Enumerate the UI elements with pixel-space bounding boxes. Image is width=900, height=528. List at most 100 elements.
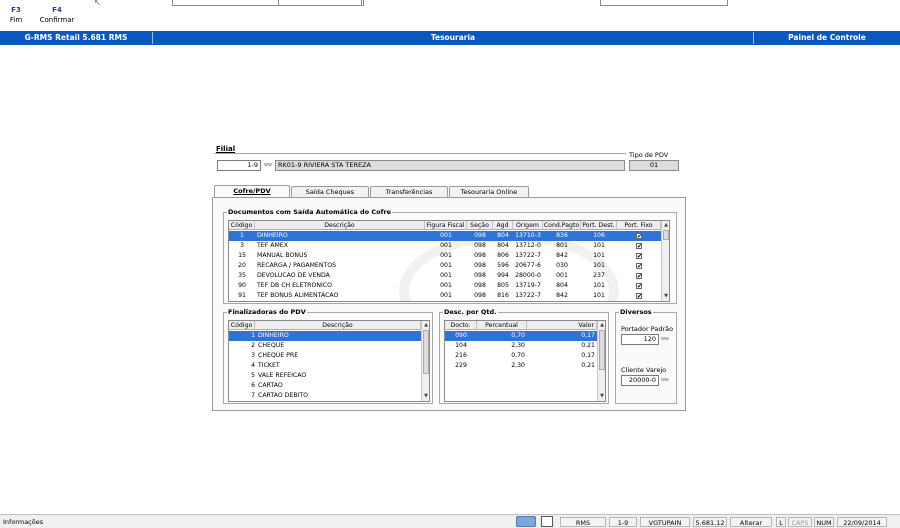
top-field-2[interactable] — [278, 0, 362, 6]
col-origem[interactable]: Origem — [513, 221, 543, 230]
list-item[interactable]: 4 TICKET — [229, 361, 421, 371]
scroll-thumb[interactable] — [423, 330, 429, 374]
cell-descricao: RECARGA / PAGAMENTOS — [257, 262, 337, 269]
table-row[interactable]: 35 DEVOLUCAO DE VENDA 001 098 994 28000-0 001 2… — [229, 271, 661, 281]
finalizadoras-grid[interactable]: Código Descrição 1 DINHEIRO 2 CHEQUE 3 CHEQUE… — [228, 320, 430, 402]
cell-port-fixo: ✔ — [617, 291, 661, 301]
checkbox[interactable]: ✔ — [636, 233, 642, 240]
portador-label: Portador Padrão — [621, 325, 674, 333]
binoculars-icon[interactable]: 👓 — [263, 161, 273, 170]
scroll-up-icon[interactable]: ▲ — [598, 321, 605, 329]
cell-agd: 806 — [497, 252, 509, 259]
cell-agd: 805 — [497, 282, 509, 289]
checkbox[interactable]: ✔ — [636, 273, 642, 280]
binoculars-icon[interactable]: 👓 — [660, 335, 670, 344]
col-agd[interactable]: Agd — [493, 221, 513, 230]
cell-codigo: 91 — [238, 292, 246, 299]
filial-code-input[interactable]: 1-9 — [217, 160, 261, 171]
col-port-fixo[interactable]: Port. Fixo — [617, 221, 661, 230]
cell-valor: 0,21 — [581, 362, 595, 369]
scroll-up-icon[interactable]: ▲ — [662, 221, 669, 229]
cell-codigo: 20 — [238, 262, 246, 269]
painel-de-controle-link[interactable]: Painel de Controle — [754, 31, 900, 45]
scroll-down-icon[interactable]: ▼ — [422, 392, 429, 400]
table-row[interactable]: 104 2,30 0,21 — [445, 341, 597, 351]
list-item[interactable]: 5 VALE REFEICAO — [229, 371, 421, 381]
col-descricao[interactable]: Descrição — [255, 321, 421, 330]
col-codigo[interactable]: Código — [229, 321, 255, 330]
cell-descricao: CHEQUE PRE — [258, 352, 299, 359]
binoculars-icon[interactable]: 👓 — [660, 376, 670, 385]
finalizadoras-header: Código Descrição — [229, 321, 421, 330]
checkbox[interactable]: ✔ — [636, 283, 642, 290]
tab-saida-cheques-label: Saída Cheques — [305, 188, 355, 196]
cell-docto: 104 — [455, 342, 467, 349]
desconto-group: Desc. por Qtd. Docto. Percentual Valor 0… — [439, 308, 609, 404]
list-item[interactable]: 2 CHEQUE — [229, 341, 421, 351]
cell-figura-fiscal: 001 — [440, 242, 452, 249]
cell-port-dest: 101 — [593, 262, 605, 269]
cell-codigo: 3 — [251, 352, 255, 359]
confirmar-button[interactable]: F4 Confirmar — [38, 5, 76, 25]
desconto-grid[interactable]: Docto. Percentual Valor 090 0,70 0,17 104 2,… — [444, 320, 606, 402]
cliente-varejo-input[interactable]: 20000-0 — [621, 375, 659, 386]
list-item[interactable]: 7 CARTAO DEBITO — [229, 391, 421, 401]
scroll-thumb[interactable] — [599, 330, 605, 370]
cell-descricao: VALE REFEICAO — [258, 372, 307, 379]
checkbox[interactable]: ✔ — [636, 293, 642, 300]
table-row[interactable]: 15 MANUAL BONUS 001 098 806 13722-7 842 101 ✔ — [229, 251, 661, 261]
cell-origem: 13719-7 — [515, 282, 541, 289]
col-docto[interactable]: Docto. — [445, 321, 477, 330]
table-row[interactable]: 90 TEF DB CH ELETRONICO 001 098 805 13719-7 80… — [229, 281, 661, 291]
cell-percentual: 2,30 — [511, 362, 525, 369]
cell-cond-pagto: 842 — [556, 252, 568, 259]
checkbox[interactable]: ✔ — [636, 243, 642, 250]
list-item[interactable]: 1 DINHEIRO — [229, 331, 421, 341]
scroll-thumb[interactable] — [663, 230, 669, 240]
col-descricao[interactable]: Descrição — [255, 221, 425, 230]
status-caps: CAPS — [788, 517, 812, 527]
cell-figura-fiscal: 001 — [440, 252, 452, 259]
top-field-3[interactable] — [600, 0, 728, 6]
cell-cond-pagto: 030 — [556, 262, 568, 269]
portador-input[interactable]: 120 — [621, 334, 659, 345]
col-cond-pagto[interactable]: Cond.Pagto — [543, 221, 581, 230]
col-figura-fiscal[interactable]: Figura Fiscal — [425, 221, 467, 230]
scroll-down-icon[interactable]: ▼ — [598, 392, 605, 400]
cell-valor: 0,21 — [581, 342, 595, 349]
cell-cond-pagto: 804 — [556, 282, 568, 289]
col-valor[interactable]: Valor — [527, 321, 597, 330]
checkbox[interactable]: ✔ — [636, 263, 642, 270]
col-port-dest[interactable]: Port. Dest. — [581, 221, 617, 230]
finalizadoras-scrollbar[interactable]: ▲ ▼ — [421, 321, 429, 401]
list-item[interactable]: 3 CHEQUE PRE — [229, 351, 421, 361]
col-percentual[interactable]: Percentual — [477, 321, 527, 330]
table-row[interactable]: 216 0,70 0,17 — [445, 351, 597, 361]
cell-agd: 994 — [497, 272, 509, 279]
documentos-grid[interactable]: Código Descrição Figura Fiscal Seção Agd… — [228, 220, 670, 302]
col-codigo[interactable]: Código — [229, 221, 255, 230]
cell-port-dest: 101 — [593, 282, 605, 289]
cursor-icon: ↖ — [94, 0, 101, 7]
cell-descricao: TEF AMEX — [257, 242, 288, 249]
table-row[interactable]: 91 TEF BONUS ALIMENTACAO 001 098 816 13722-7 8… — [229, 291, 661, 301]
cell-figura-fiscal: 001 — [440, 272, 452, 279]
status-user: VGTUPAIN — [640, 517, 690, 527]
documentos-scrollbar[interactable]: ▲ ▼ — [661, 221, 669, 301]
scroll-up-icon[interactable]: ▲ — [422, 321, 429, 329]
checkbox[interactable]: ✔ — [636, 253, 642, 260]
desconto-scrollbar[interactable]: ▲ ▼ — [597, 321, 605, 401]
cell-descricao: CARTAO DEBITO — [258, 392, 309, 399]
table-row[interactable]: 1 DINHEIRO 001 098 804 13710-3 836 106 ✔ — [229, 231, 661, 241]
cell-docto: 229 — [455, 362, 467, 369]
scroll-down-icon[interactable]: ▼ — [662, 292, 669, 300]
cell-descricao: TICKET — [258, 362, 280, 369]
table-row[interactable]: 229 2,30 0,21 — [445, 361, 597, 371]
table-row[interactable]: 20 RECARGA / PAGAMENTOS 001 098 596 20677-6 03… — [229, 261, 661, 271]
fim-button[interactable]: F3 Fim — [4, 5, 28, 25]
table-row[interactable]: 090 0,70 0,17 — [445, 331, 597, 341]
list-item[interactable]: 6 CARTAO — [229, 381, 421, 391]
col-secao[interactable]: Seção — [467, 221, 493, 230]
table-row[interactable]: 3 TEF AMEX 001 098 804 13712-0 801 101 ✔ — [229, 241, 661, 251]
cell-port-fixo: ✔ — [617, 231, 661, 241]
